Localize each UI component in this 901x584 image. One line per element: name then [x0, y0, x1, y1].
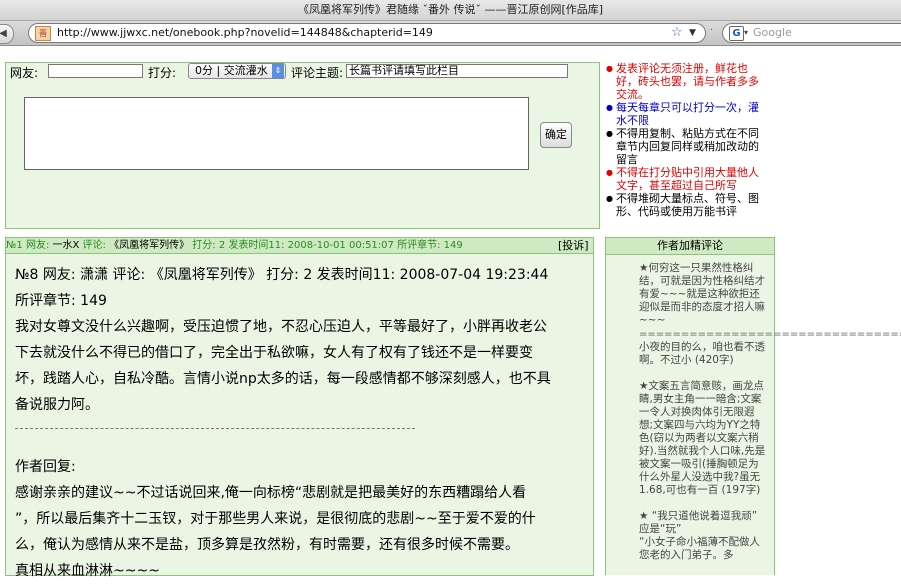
- report-link[interactable]: [投诉]: [558, 238, 589, 253]
- reply-line: 作者回复:: [15, 459, 76, 475]
- search-engine-dropdown-icon[interactable]: ▾: [744, 24, 748, 42]
- score-select-value: 0分 | 交流灌水: [195, 64, 268, 77]
- search-placeholder: Google: [753, 26, 792, 39]
- comment-line: 所评章节: 149: [15, 293, 107, 309]
- topic-label: 评论主题:: [291, 66, 344, 80]
- author-picks-title: 作者加精评论: [606, 238, 774, 255]
- comment-book: 《凤凰将军列传》: [109, 240, 190, 251]
- pick-item[interactable]: ★文案五言简意赅，画龙点睛,男女主角一一暗含;文案一令人对换肉体引无限遐想;文案…: [639, 380, 767, 497]
- rule-item: 发表评论无须注册，鲜花也好，砖头也罢，请与作者多多交流。: [606, 62, 766, 101]
- posting-rules: 发表评论无须注册，鲜花也好，砖头也罢，请与作者多多交流。 每天每章只可以打分一次…: [606, 62, 766, 218]
- confirm-button[interactable]: 确定: [540, 122, 572, 148]
- browser-toolbar: ◀ 晋 http://www.jjwxc.net/onebook.php?nov…: [0, 21, 901, 46]
- reply-line: 真相从来血淋淋~~~~: [15, 563, 160, 579]
- window-title-bar: 《凤凰将军列传》君随缘 ˇ番外 传说ˇ ——晋江原创网[作品库]: [0, 0, 901, 21]
- comment-user[interactable]: 一水X: [53, 240, 80, 251]
- back-arrow-icon[interactable]: ◀: [0, 24, 14, 44]
- bookmark-star-icon[interactable]: ☆: [671, 24, 683, 42]
- comment-label: 评论:: [82, 240, 106, 251]
- comment-form: 网友: 打分: 0分 | 交流灌水 ⇕ 评论主题: 长篇书评请填写此栏目 确定: [5, 62, 600, 229]
- rule-item: 每天每章只可以打分一次，灌水不限: [606, 101, 766, 127]
- comment-header: №1 网友: 一水X 评论: 《凤凰将军列传》 打分: 2 发表时间11: 20…: [6, 238, 593, 254]
- search-engine-icon[interactable]: G: [729, 26, 744, 41]
- window-title: 《凤凰将军列传》君随缘 ˇ番外 传说ˇ ——晋江原创网[作品库]: [297, 3, 604, 16]
- score-label: 打分:: [148, 66, 177, 80]
- comment-line: 坏，践踏人心，自私冷酷。言情小说np太多的话，每一段感情都不够深刻感人，也不具: [15, 371, 551, 387]
- pick-separator: ========================================…: [639, 329, 901, 340]
- rule-item: 不得用复制、粘贴方式在不同章节内回复同样或稍加改动的留言: [606, 127, 766, 166]
- comment-number: №1 网友:: [6, 240, 50, 251]
- comment-list: №1 网友: 一水X 评论: 《凤凰将军列传》 打分: 2 发表时间11: 20…: [5, 237, 594, 579]
- pick-item[interactable]: 小夜的目的么，咱也看不透啊。不过小 (420字): [639, 341, 767, 367]
- url-history-dropdown-icon[interactable]: ▼: [689, 24, 696, 42]
- url-text: http://www.jjwxc.net/onebook.php?novelid…: [57, 26, 433, 39]
- comment-line: 备说服力阿。: [15, 397, 99, 413]
- reply-line: ”，所以最后集齐十二玉钗，对于那些男人来说，是很彻底的悲剧~~至于爱不爱的什: [15, 511, 536, 527]
- comment-chapter: 所评章节: 149: [397, 240, 463, 251]
- comment-textarea[interactable]: [24, 97, 529, 170]
- rule-item: 不得堆砌大量标点、符号、图形、代码或使用万能书评: [606, 192, 766, 218]
- reply-line: 么，俺认为感情从来不是盐，顶多算是孜然粉，有时需要，还有很多时候不需要。: [15, 537, 519, 553]
- comment-time: 发表时间11: 2008-10-01 00:51:07: [228, 240, 394, 251]
- site-favicon-icon: 晋: [35, 26, 51, 41]
- username-input[interactable]: [48, 64, 143, 78]
- reload-divider-icon: ·: [710, 25, 714, 36]
- select-arrow-icon: ⇕: [272, 64, 284, 78]
- user-label: 网友:: [10, 66, 39, 80]
- comment-line: 我对女尊文没什么兴趣啊，受压迫惯了地，不忍心压迫人，平等最好了，小胖再收老公: [15, 319, 547, 335]
- comment-line: №8 网友: 潇潇 评论: 《凤凰将军列传》 打分: 2 发表时间11: 200…: [15, 267, 549, 283]
- author-picks-list: ★何穷这一只果然性格纠结，可就是因为性格纠结才有爱~~~就是这种欲拒还迎似是而非…: [639, 262, 767, 575]
- search-bar[interactable]: G ▾ Google: [722, 23, 901, 43]
- url-bar[interactable]: 晋 http://www.jjwxc.net/onebook.php?novel…: [28, 23, 706, 43]
- pick-item[interactable]: ★ “我只道他说着逗我顽” 应是“玩”: [639, 510, 767, 536]
- pick-item[interactable]: “小女子命小福薄不配做人您老的入门弟子。多: [639, 536, 767, 562]
- reply-divider: [15, 428, 415, 429]
- reply-line: 感谢亲亲的建议~~不过话说回来,俺一向标榜“悲剧就是把最美好的东西糟蹋给人看: [15, 485, 527, 501]
- author-reply: 作者回复: 感谢亲亲的建议~~不过话说回来,俺一向标榜“悲剧就是把最美好的东西糟…: [15, 454, 590, 584]
- rule-item: 不得在打分贴中引用大量他人文字，甚至超过自己所写: [606, 166, 766, 192]
- comment-body: №8 网友: 潇潇 评论: 《凤凰将军列传》 打分: 2 发表时间11: 200…: [15, 262, 590, 418]
- comment-score: 打分: 2: [192, 240, 226, 251]
- comment-line: 下去就没什么不得已的借口了，完全出于私欲嘛，女人有了权有了钱还不是一样要变: [15, 345, 533, 361]
- score-select[interactable]: 0分 | 交流灌水 ⇕: [188, 63, 286, 79]
- pick-item[interactable]: ★何穷这一只果然性格纠结，可就是因为性格纠结才有爱~~~就是这种欲拒还迎似是而非…: [639, 262, 767, 327]
- topic-input[interactable]: 长篇书评请填写此栏目: [346, 64, 568, 78]
